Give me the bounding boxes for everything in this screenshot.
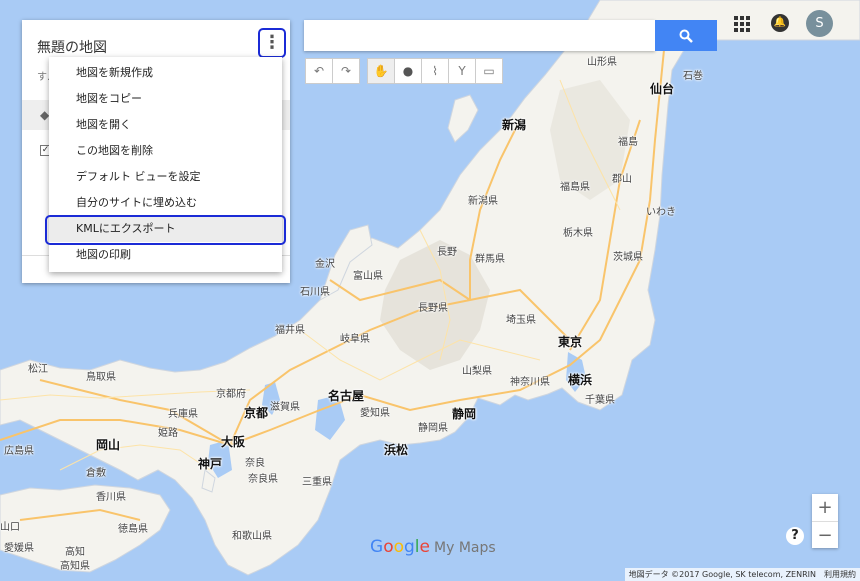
map-label: 鳥取県 <box>86 372 116 383</box>
draw-line-icon: ⌇ <box>432 64 438 78</box>
menu-item-embed[interactable]: 自分のサイトに埋め込む <box>49 190 282 216</box>
map-label: 栃木県 <box>563 228 593 239</box>
menu-item-copy-map[interactable]: 地図をコピー <box>49 86 282 112</box>
menu-item-open-map[interactable]: 地図を開く <box>49 112 282 138</box>
map-label: 新潟 <box>502 118 527 132</box>
map-label: 神戸 <box>198 457 223 471</box>
map-label: 福井県 <box>275 325 305 336</box>
kebab-icon: ⋮ <box>263 32 281 53</box>
map-label: 名古屋 <box>328 389 365 403</box>
map-label: 群馬県 <box>475 254 505 265</box>
select-button[interactable]: ✋ <box>367 58 395 84</box>
map-label: 高知 <box>65 547 85 558</box>
undo-icon: ↶ <box>313 64 325 78</box>
marker-icon: ● <box>402 64 414 78</box>
map-label: 長野県 <box>418 303 448 314</box>
map-label: 徳島県 <box>118 524 148 535</box>
map-label: 静岡県 <box>418 423 448 434</box>
hand-icon: ✋ <box>373 64 389 78</box>
map-label: 東京 <box>558 335 583 349</box>
google-my-maps-logo: Google My Maps <box>370 537 496 557</box>
undo-button[interactable]: ↶ <box>305 58 333 84</box>
avatar[interactable]: S <box>806 10 833 37</box>
menu-item-print[interactable]: 地図の印刷 <box>49 242 282 268</box>
map-label: 郡山 <box>612 174 632 185</box>
map-label: 石巻 <box>683 71 703 82</box>
apps-grid-icon[interactable] <box>734 16 750 32</box>
help-button[interactable]: ? <box>786 527 804 545</box>
map-label: 奈良 <box>245 458 265 469</box>
ruler-icon: ▭ <box>483 64 495 78</box>
map-label: 茨城県 <box>613 252 643 263</box>
redo-icon: ↷ <box>340 64 352 78</box>
map-label: 和歌山県 <box>232 531 272 542</box>
search-icon <box>679 29 693 43</box>
export-kml-highlight <box>45 215 286 245</box>
zoom-in-button[interactable]: + <box>812 494 838 521</box>
map-label: 滋賀県 <box>270 402 300 413</box>
map-label: 京都 <box>244 406 269 420</box>
map-label: 金沢 <box>315 259 335 270</box>
map-label: 三重県 <box>302 477 332 488</box>
notifications-icon[interactable]: 🔔 <box>771 14 789 32</box>
menu-item-set-default-view[interactable]: デフォルト ビューを設定 <box>49 164 282 190</box>
zoom-control: + − <box>812 494 838 548</box>
map-label: 長野 <box>437 247 457 258</box>
directions-icon: Y <box>458 64 466 78</box>
map-label: 静岡 <box>452 407 477 421</box>
map-label: 愛知県 <box>360 408 390 419</box>
map-label: 福島県 <box>560 182 590 193</box>
attribution[interactable]: 地図データ ©2017 Google, SK telecom, ZENRIN 利… <box>624 568 860 581</box>
map-label: 奈良県 <box>248 474 278 485</box>
map-toolbar: ↶ ↷ ✋ ● ⌇ Y ▭ <box>305 58 503 84</box>
map-label: 大阪 <box>221 435 246 449</box>
draw-line-button[interactable]: ⌇ <box>421 58 449 84</box>
map-label: 岐阜県 <box>340 334 370 345</box>
measure-button[interactable]: ▭ <box>475 58 503 84</box>
more-options-button[interactable]: ⋮ <box>258 28 286 58</box>
map-label: 福島 <box>618 137 638 148</box>
map-label: 富山県 <box>353 271 383 282</box>
search-button[interactable] <box>655 20 717 51</box>
map-title[interactable]: 無題の地図 <box>37 37 107 57</box>
map-label: 神奈川県 <box>510 377 550 388</box>
map-label: 山口 <box>0 522 20 533</box>
map-label: 岡山 <box>96 438 121 452</box>
add-marker-button[interactable]: ● <box>394 58 422 84</box>
map-label: 兵庫県 <box>168 409 198 420</box>
map-label: 仙台 <box>650 82 675 96</box>
map-label: 松江 <box>28 364 48 375</box>
map-label: 浜松 <box>384 443 409 457</box>
menu-item-new-map[interactable]: 地図を新規作成 <box>49 60 282 86</box>
map-label: 山形県 <box>587 57 617 68</box>
map-label: 愛媛県 <box>4 543 34 554</box>
map-label: 埼玉県 <box>506 315 536 326</box>
map-label: 京都府 <box>216 389 246 400</box>
map-label: 山梨県 <box>462 366 492 377</box>
map-label: 高知県 <box>60 561 90 572</box>
directions-button[interactable]: Y <box>448 58 476 84</box>
map-label: 姫路 <box>158 428 178 439</box>
layers-icon: ◆ <box>40 108 50 122</box>
zoom-out-button[interactable]: − <box>812 521 838 549</box>
map-label: いわき <box>646 207 676 218</box>
redo-button[interactable]: ↷ <box>332 58 360 84</box>
map-label: 倉敷 <box>86 468 106 479</box>
map-label: 千葉県 <box>585 395 615 406</box>
map-label: 香川県 <box>96 492 126 503</box>
map-label: 新潟県 <box>468 196 498 207</box>
map-label: 広島県 <box>4 446 34 457</box>
map-label: 横浜 <box>568 373 593 387</box>
map-label: 石川県 <box>300 287 330 298</box>
menu-item-delete-map[interactable]: この地図を削除 <box>49 138 282 164</box>
search-input[interactable] <box>304 20 655 51</box>
